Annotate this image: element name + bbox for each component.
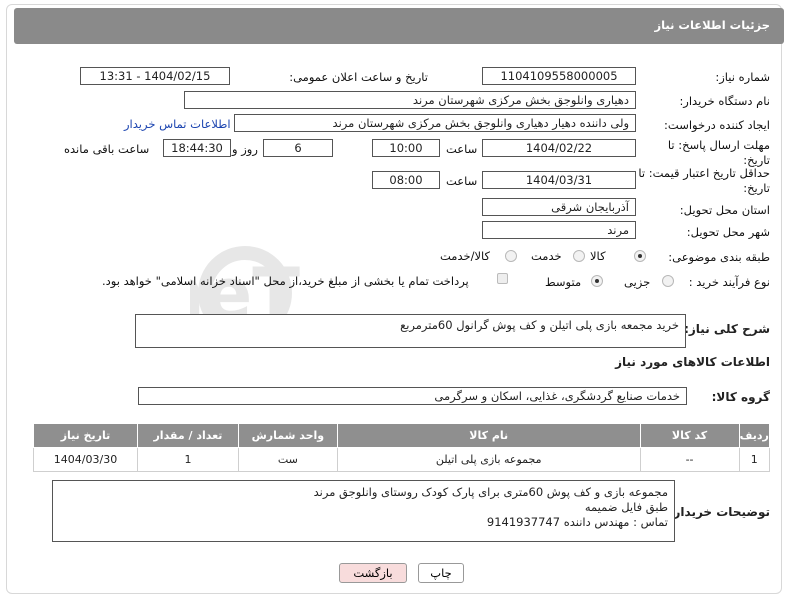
purchase-process-label: نوع فرآیند خرید : [688,275,770,289]
days-label: روز و [232,142,258,156]
cell-unit: ست [237,447,338,472]
print-button[interactable]: چاپ [418,563,464,583]
panel-title: جزئیات اطلاعات نیاز [654,18,770,32]
delivery-city-label: شهر محل تحویل: [686,225,770,239]
items-table: ردیف کد کالا نام کالا واحد شمارش تعداد /… [33,423,771,472]
category-option-service: خدمت [531,249,562,263]
category-radio-goods-service[interactable] [505,250,517,262]
price-validity-time: 08:00 [372,171,440,189]
panel-header: جزئیات اطلاعات نیاز [14,8,784,44]
remaining-time-label: ساعت باقی مانده [64,142,150,156]
col-need-date: تاریخ نیاز [33,423,138,448]
delivery-city-field: مرند [482,221,636,239]
category-option-goods: کالا [590,249,606,263]
requester-field: ولی داننده دهیار دهیاری وانلوجق بخش مرکز… [234,114,636,132]
back-button[interactable]: بازگشت [339,563,407,583]
price-validity-date: 1404/03/31 [482,171,636,189]
cell-code: -- [639,447,740,472]
category-radio-goods[interactable] [634,250,646,262]
buyer-notes-label: توضیحات خریدار: [668,505,770,519]
need-number-label: شماره نیاز: [715,70,770,84]
reply-deadline-time: 10:00 [372,139,440,157]
remaining-days-field: 6 [263,139,333,157]
goods-group-field: خدمات صنایع گردشگری، غذایی، اسکان و سرگر… [138,387,687,405]
buyer-notes-field: مجموعه بازی و کف پوش 60متری برای پارک کو… [52,480,675,542]
announce-datetime-label: تاریخ و ساعت اعلان عمومی: [289,70,428,84]
requester-label: ایجاد کننده درخواست: [664,118,770,132]
cell-quantity: 1 [137,447,239,472]
delivery-province-field: آذربایجان شرقی [482,198,636,216]
category-radio-service[interactable] [573,250,585,262]
category-label: طبقه بندی موضوعی: [668,250,770,264]
description-field: خرید مجمعه بازی پلی اتیلن و کف پوش گرانو… [135,314,686,348]
process-option-medium: متوسط [545,275,582,289]
treasury-note: پرداخت تمام یا بخشی از مبلغ خرید،از محل … [102,274,469,288]
goods-group-label: گروه کالا: [711,390,770,404]
process-radio-minor[interactable] [662,275,674,287]
col-code: کد کالا [639,423,740,448]
col-quantity: تعداد / مقدار [137,423,239,448]
col-row: ردیف [738,423,771,448]
buyer-org-field: دهیاری وانلوجق بخش مرکزی شهرستان مرند [184,91,636,109]
col-name: نام کالا [336,423,641,448]
price-time-label: ساعت [446,174,478,188]
buyer-notes-line: طبق فایل ضمیمه [584,500,668,514]
cell-need-date: 1404/03/30 [33,447,138,472]
price-validity-label: حداقل تاریخ اعتبار قیمت: تا تاریخ: [638,166,770,195]
cell-row: 1 [738,447,771,472]
category-option-goods-service: کالا/خدمت [440,249,491,263]
announce-datetime-field: 1404/02/15 - 13:31 [80,67,230,85]
table-row[interactable]: 1 -- مجموعه بازی پلی اتیلن ست 1 1404/03/… [33,447,771,472]
need-number-field: 1104109558000005 [482,67,636,85]
reply-time-label: ساعت [446,142,478,156]
treasury-checkbox[interactable] [497,273,508,284]
reply-deadline-date: 1404/02/22 [482,139,636,157]
buyer-org-label: نام دستگاه خریدار: [679,94,770,108]
buyer-notes-line: تماس : مهندس داننده 9141937747 [486,515,668,529]
delivery-province-label: استان محل تحویل: [679,203,770,217]
process-radio-medium[interactable] [591,275,603,287]
items-section-title: اطلاعات کالاهای مورد نیاز [615,355,770,369]
process-option-minor: جزیی [624,275,651,289]
description-label: شرح کلی نیاز: [684,322,770,336]
buyer-notes-line: مجموعه بازی و کف پوش 60متری برای پارک کو… [313,485,668,499]
remaining-time-field: 18:44:30 [163,139,231,157]
items-table-header: ردیف کد کالا نام کالا واحد شمارش تعداد /… [33,423,771,448]
col-unit: واحد شمارش [237,423,338,448]
cell-name: مجموعه بازی پلی اتیلن [336,447,641,472]
buyer-contact-link[interactable]: اطلاعات تماس خریدار [124,117,231,131]
reply-deadline-label: مهلت ارسال پاسخ: تا تاریخ: [667,138,770,167]
